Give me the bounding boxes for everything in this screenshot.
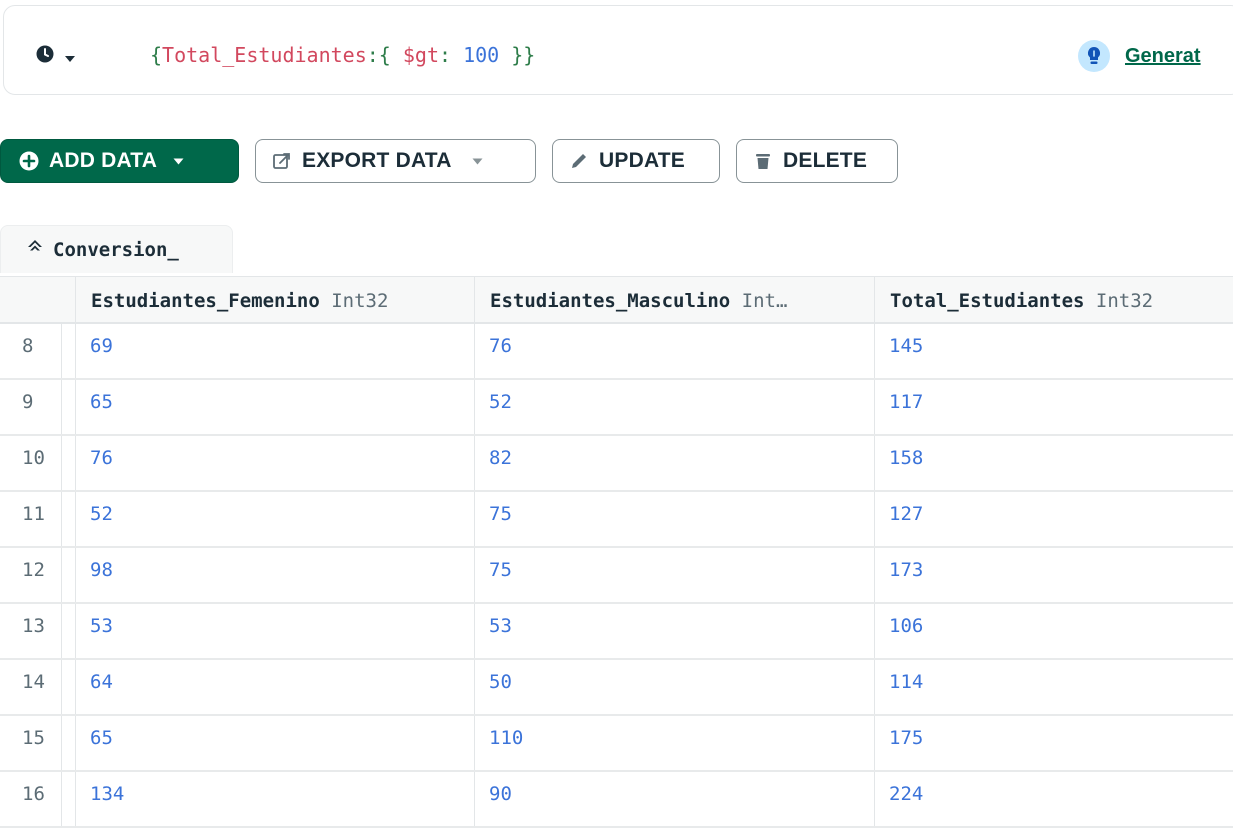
row-index: 15 xyxy=(0,716,62,770)
row-index: 16 xyxy=(0,772,62,826)
table-cell[interactable]: 76 xyxy=(475,324,875,378)
add-data-label: ADD DATA xyxy=(49,149,158,172)
table-row[interactable]: 12 98 75 173 xyxy=(0,548,1233,604)
table-cell[interactable]: 53 xyxy=(76,604,475,658)
table-row[interactable]: 11 52 75 127 xyxy=(0,492,1233,548)
row-index: 11 xyxy=(0,492,62,546)
table-cell[interactable]: 145 xyxy=(875,324,1233,378)
table-row[interactable]: 9 65 52 117 xyxy=(0,380,1233,436)
filter-close-brace: }} xyxy=(499,43,536,67)
table-row[interactable]: 8 69 76 145 xyxy=(0,324,1233,380)
row-index: 14 xyxy=(0,660,62,714)
table-cell[interactable]: 69 xyxy=(76,324,475,378)
caret-down-icon xyxy=(64,50,76,62)
table-row[interactable]: 15 65 110 175 xyxy=(0,716,1233,772)
table-cell[interactable]: 106 xyxy=(875,604,1233,658)
row-gutter xyxy=(62,324,76,378)
table-cell[interactable]: 65 xyxy=(76,716,475,770)
filter-open-brace: { xyxy=(150,43,163,67)
collection-name: Conversion_ xyxy=(53,238,179,261)
table-cell[interactable]: 64 xyxy=(76,660,475,714)
column-type: Int32 xyxy=(1095,290,1154,312)
add-data-button[interactable]: ADD DATA xyxy=(0,139,239,183)
plus-circle-icon xyxy=(19,151,39,171)
index-column-header xyxy=(0,277,76,323)
row-gutter xyxy=(62,772,76,826)
table-row[interactable]: 10 76 82 158 xyxy=(0,436,1233,492)
table-cell[interactable]: 75 xyxy=(475,548,875,602)
column-header[interactable]: Total_Estudiantes Int32 xyxy=(875,277,1233,323)
pencil-icon xyxy=(569,151,589,171)
table-cell[interactable]: 114 xyxy=(875,660,1233,714)
table-cell[interactable]: 82 xyxy=(475,436,875,490)
row-index: 9 xyxy=(0,380,62,434)
table-cell[interactable]: 110 xyxy=(475,716,875,770)
filter-input[interactable]: {Total_Estudiantes:{ $gt: 100 }} xyxy=(150,41,535,69)
column-header[interactable]: Estudiantes_Femenino Int32 xyxy=(76,277,475,323)
filter-operator: $gt xyxy=(402,43,439,67)
row-gutter xyxy=(62,716,76,770)
table-cell[interactable]: 90 xyxy=(475,772,875,826)
column-name: Total_Estudiantes xyxy=(890,290,1085,312)
row-gutter xyxy=(62,548,76,602)
generate-query-link[interactable]: Generat xyxy=(1125,45,1201,68)
caret-down-icon xyxy=(173,158,184,165)
row-index: 12 xyxy=(0,548,62,602)
lightbulb-icon xyxy=(1077,39,1111,73)
table-cell[interactable]: 50 xyxy=(475,660,875,714)
row-gutter xyxy=(62,436,76,490)
export-icon xyxy=(272,151,292,171)
table-cell[interactable]: 52 xyxy=(76,492,475,546)
table-cell[interactable]: 158 xyxy=(875,436,1233,490)
column-type: Int… xyxy=(741,290,788,312)
table-row[interactable]: 14 64 50 114 xyxy=(0,660,1233,716)
table-cell[interactable]: 52 xyxy=(475,380,875,434)
caret-down-icon xyxy=(472,158,483,165)
table-row[interactable]: 16 134 90 224 xyxy=(0,772,1233,828)
update-button[interactable]: UPDATE xyxy=(552,139,720,183)
filter-op-colon: : xyxy=(439,43,464,67)
column-name: Estudiantes_Masculino xyxy=(490,290,731,312)
column-type: Int32 xyxy=(331,290,389,312)
table-cell[interactable]: 173 xyxy=(875,548,1233,602)
clock-icon xyxy=(36,45,54,63)
filter-colon: :{ xyxy=(366,43,403,67)
row-index: 8 xyxy=(0,324,62,378)
collection-tab[interactable]: Conversion_ xyxy=(0,225,233,273)
row-gutter xyxy=(62,604,76,658)
row-index: 13 xyxy=(0,604,62,658)
export-data-label: EXPORT DATA xyxy=(302,149,452,172)
table-cell[interactable]: 76 xyxy=(76,436,475,490)
filter-value: 100 xyxy=(463,43,500,67)
export-data-button[interactable]: EXPORT DATA xyxy=(255,139,536,183)
table-cell[interactable]: 53 xyxy=(475,604,875,658)
row-gutter xyxy=(62,660,76,714)
table-row[interactable]: 13 53 53 106 xyxy=(0,604,1233,660)
trash-icon xyxy=(753,151,773,171)
table-cell[interactable]: 134 xyxy=(76,772,475,826)
table-cell[interactable]: 98 xyxy=(76,548,475,602)
query-history-button[interactable] xyxy=(36,42,76,66)
row-gutter xyxy=(62,492,76,546)
table-cell[interactable]: 224 xyxy=(875,772,1233,826)
table-header: Estudiantes_Femenino Int32 Estudiantes_M… xyxy=(0,276,1233,324)
delete-label: DELETE xyxy=(783,149,868,172)
table-cell[interactable]: 65 xyxy=(76,380,475,434)
table-cell[interactable]: 175 xyxy=(875,716,1233,770)
delete-button[interactable]: DELETE xyxy=(736,139,898,183)
column-header[interactable]: Estudiantes_Masculino Int… xyxy=(475,277,875,323)
row-index: 10 xyxy=(0,436,62,490)
table-cell[interactable]: 75 xyxy=(475,492,875,546)
table-cell[interactable]: 117 xyxy=(875,380,1233,434)
query-bar: {Total_Estudiantes:{ $gt: 100 }} Generat xyxy=(3,5,1233,95)
table-cell[interactable]: 127 xyxy=(875,492,1233,546)
filter-field: Total_Estudiantes xyxy=(162,43,367,67)
column-name: Estudiantes_Femenino xyxy=(91,290,320,312)
update-label: UPDATE xyxy=(599,149,685,172)
generate-query-area: Generat xyxy=(1077,36,1201,76)
row-gutter xyxy=(62,380,76,434)
home-icon xyxy=(27,239,43,260)
